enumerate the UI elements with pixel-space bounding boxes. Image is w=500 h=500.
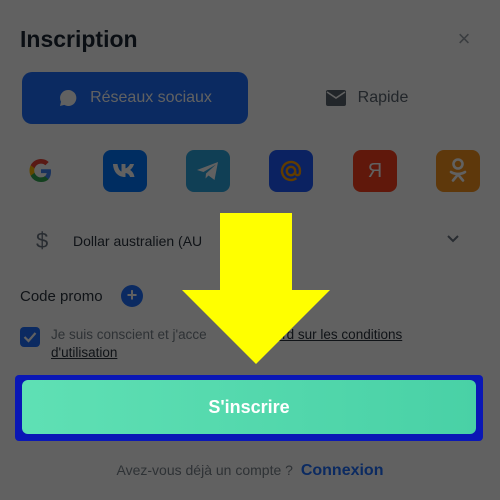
checkmark-icon: [23, 332, 37, 343]
vk-icon[interactable]: [103, 150, 147, 192]
tab-social-networks[interactable]: Réseaux sociaux: [22, 72, 248, 124]
login-link[interactable]: Connexion: [301, 462, 384, 479]
terms-link-line2[interactable]: d'utilisation: [51, 345, 117, 360]
promo-code-label[interactable]: Code promo: [20, 288, 103, 305]
social-login-row: Я: [0, 150, 500, 192]
close-icon[interactable]: ×: [452, 28, 476, 52]
yandex-icon[interactable]: Я: [353, 150, 397, 192]
chat-icon: [58, 88, 78, 108]
terms-text: Je suis conscient et j'acce ord sur les c…: [51, 326, 451, 362]
login-prompt: Avez-vous déjà un compte ? Connexion: [0, 462, 500, 480]
chevron-down-icon: [446, 231, 460, 249]
terms-text-start: Je suis conscient et j'acce: [51, 327, 207, 342]
terms-link[interactable]: ord sur les conditions: [275, 327, 403, 342]
register-button[interactable]: S'inscrire: [22, 380, 476, 434]
tab-social-label: Réseaux sociaux: [90, 89, 212, 106]
tab-quick-label: Rapide: [357, 89, 409, 106]
mail-icon: [325, 90, 346, 106]
dollar-icon: $: [36, 228, 49, 253]
ok-icon[interactable]: [436, 150, 480, 192]
terms-checkbox[interactable]: [20, 327, 40, 347]
currency-value: Dollar australien (AU: [73, 233, 203, 249]
plus-icon[interactable]: +: [121, 285, 143, 307]
login-prompt-text: Avez-vous déjà un compte ?: [116, 462, 293, 478]
telegram-icon[interactable]: [186, 150, 230, 192]
mailru-icon[interactable]: [269, 150, 313, 192]
google-icon[interactable]: [19, 150, 63, 192]
tab-quick[interactable]: Rapide: [256, 72, 478, 124]
currency-select[interactable]: $ Dollar australien (AU: [22, 218, 478, 264]
modal-title: Inscription: [20, 26, 138, 52]
